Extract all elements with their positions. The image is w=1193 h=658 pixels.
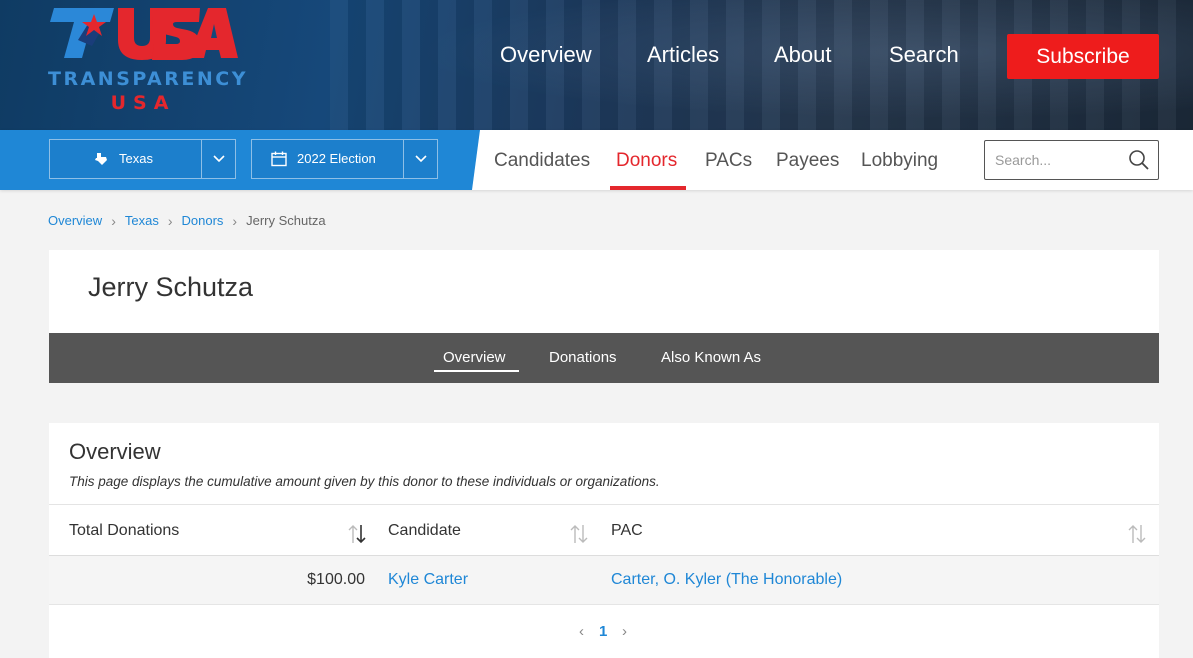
subnav-donors[interactable]: Donors	[616, 150, 677, 172]
site-header: TRANSPARENCY USA Overview Articles About…	[0, 0, 1193, 130]
overview-card: Overview This page displays the cumulati…	[49, 423, 1159, 658]
tab-donations[interactable]: Donations	[549, 349, 617, 366]
cell-total-donations: $100.00	[307, 571, 365, 588]
state-dropdown-label: Texas	[119, 151, 153, 166]
usa-logo-mark	[50, 8, 238, 60]
breadcrumb-current: Jerry Schutza	[246, 213, 326, 229]
election-dropdown-label: 2022 Election	[297, 151, 376, 166]
election-dropdown[interactable]: 2022 Election	[251, 139, 438, 179]
nav-overview[interactable]: Overview	[500, 42, 592, 68]
sort-desc-icon[interactable]	[347, 523, 367, 545]
overview-description: This page displays the cumulative amount…	[69, 474, 660, 489]
secondary-bar: Texas 2022 Election Candidates Donors PA…	[0, 130, 1193, 190]
nav-about[interactable]: About	[774, 42, 832, 68]
chevron-down-icon[interactable]	[404, 140, 438, 178]
search-box[interactable]	[984, 140, 1159, 180]
breadcrumb-overview[interactable]: Overview	[48, 213, 102, 228]
donor-title-card: Jerry Schutza	[49, 250, 1159, 333]
chevron-right-icon: ›	[232, 212, 238, 229]
subnav-candidates[interactable]: Candidates	[494, 150, 590, 172]
sort-icon[interactable]	[569, 523, 589, 545]
chevron-right-icon: ›	[167, 212, 173, 229]
page-title: Jerry Schutza	[88, 272, 254, 302]
breadcrumb-texas[interactable]: Texas	[125, 213, 159, 228]
overview-heading: Overview	[69, 439, 161, 464]
logo-wordmark-top: TRANSPARENCY	[48, 68, 248, 90]
breadcrumb-donors[interactable]: Donors	[182, 213, 224, 228]
nav-articles[interactable]: Articles	[647, 42, 719, 68]
search-icon[interactable]	[1128, 149, 1150, 171]
subnav-pacs[interactable]: PACs	[705, 150, 752, 172]
site-logo[interactable]: TRANSPARENCY USA	[48, 6, 248, 116]
cell-pac-link[interactable]: Carter, O. Kyler (The Honorable)	[611, 571, 842, 589]
breadcrumb: Overview › Texas › Donors › Jerry Schutza	[48, 212, 326, 229]
pagination: ‹ 1 ›	[49, 623, 1159, 643]
column-total-donations[interactable]: Total Donations	[69, 522, 179, 540]
logo-wordmark-bottom: USA	[110, 92, 176, 114]
texas-state-icon	[94, 152, 108, 166]
prev-page-button[interactable]: ‹	[579, 623, 584, 640]
subnav-lobbying[interactable]: Lobbying	[861, 150, 938, 172]
column-candidate[interactable]: Candidate	[388, 522, 461, 540]
column-pac[interactable]: PAC	[611, 522, 643, 540]
state-dropdown[interactable]: Texas	[49, 139, 236, 179]
active-nav-indicator	[610, 186, 686, 190]
subscribe-button[interactable]: Subscribe	[1007, 34, 1159, 79]
calendar-icon	[271, 151, 287, 167]
cell-candidate-link[interactable]: Kyle Carter	[388, 571, 468, 589]
donor-tabs: Overview Donations Also Known As	[49, 333, 1159, 383]
next-page-button[interactable]: ›	[622, 623, 627, 640]
nav-search[interactable]: Search	[889, 42, 959, 68]
table-row: $100.00 Kyle Carter Carter, O. Kyler (Th…	[49, 556, 1159, 605]
active-tab-indicator	[434, 370, 519, 372]
table-header: Total Donations Candidate PAC	[49, 505, 1159, 556]
tab-overview[interactable]: Overview	[443, 349, 506, 366]
sort-icon[interactable]	[1127, 523, 1147, 545]
tab-also-known-as[interactable]: Also Known As	[661, 349, 761, 366]
chevron-down-icon[interactable]	[202, 140, 236, 178]
page-number-current[interactable]: 1	[599, 623, 607, 640]
search-input[interactable]	[995, 150, 1125, 170]
chevron-right-icon: ›	[111, 212, 116, 229]
subnav-payees[interactable]: Payees	[776, 150, 839, 172]
